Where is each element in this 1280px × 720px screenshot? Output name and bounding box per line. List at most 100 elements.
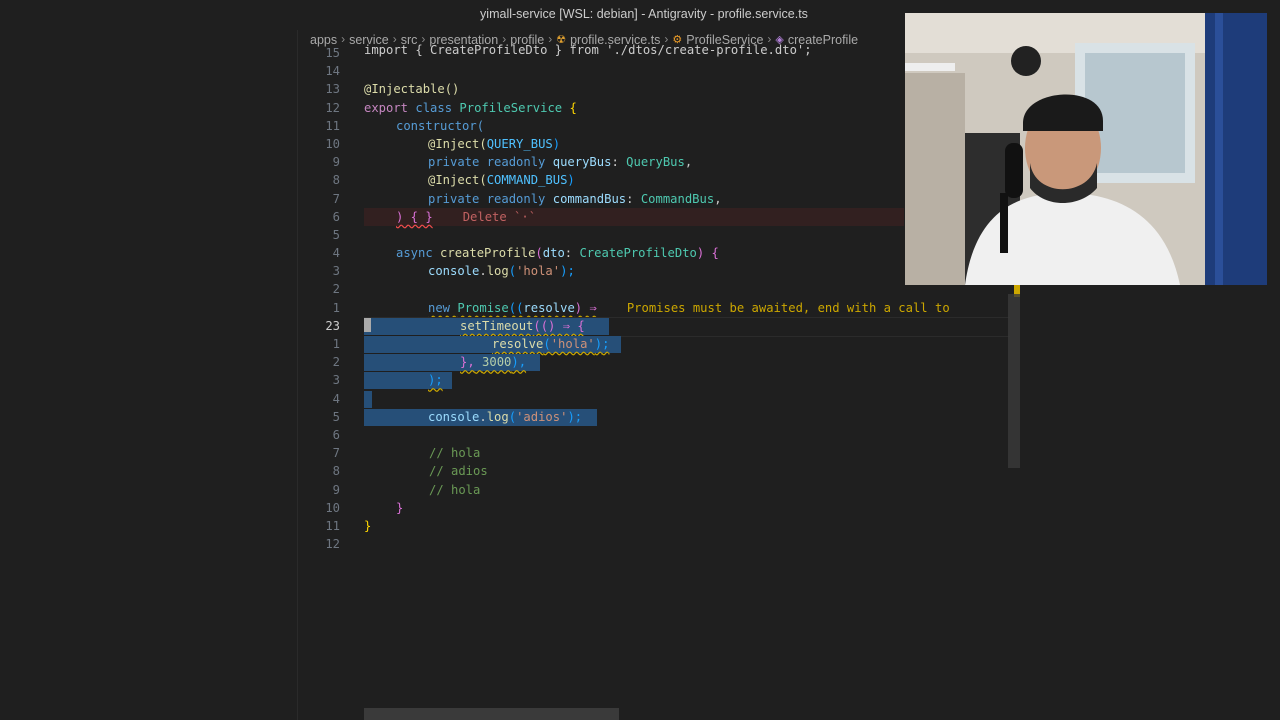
- code-text: console.log('hola');: [428, 262, 575, 280]
- code-token: (: [508, 264, 517, 279]
- code-token: export: [364, 100, 409, 115]
- code-token: resolve: [523, 300, 575, 315]
- code-token: .: [479, 409, 487, 424]
- code-token: CommandBus: [640, 191, 715, 206]
- line-number: 9: [332, 155, 340, 170]
- line-number: 11: [325, 118, 340, 133]
- code-token: ) ⇒: [574, 300, 597, 315]
- code-text: new Promise((resolve) ⇒ Promises must be …: [428, 299, 950, 317]
- code-token: ((: [508, 300, 524, 315]
- line-number: 1: [332, 337, 340, 351]
- code-line: 12: [298, 535, 1020, 553]
- code-text: import { CreateProfileDto } from './dtos…: [364, 43, 812, 57]
- vertical-scrollbar[interactable]: [1008, 294, 1020, 468]
- code-token: @Inject(: [428, 136, 487, 151]
- line-number: 2: [332, 282, 340, 297]
- code-line: 3);: [298, 371, 1020, 390]
- code-token: resolve: [492, 337, 544, 351]
- code-line: 2}, 3000),: [298, 353, 1020, 372]
- code-line: 8 // adios: [298, 462, 1020, 480]
- code-line: 9 // hola: [298, 481, 1020, 499]
- code-line: 7 // hola: [298, 444, 1020, 462]
- code-text: // adios: [429, 464, 488, 479]
- code-token: QUERY_BUS: [486, 136, 553, 151]
- code-token: },: [460, 355, 475, 370]
- code-token: createProfile: [440, 246, 536, 261]
- code-token: (: [543, 337, 551, 351]
- code-line: 5 console.log('adios');: [298, 408, 1020, 426]
- line-number: 23: [325, 318, 340, 333]
- code-text: }: [364, 518, 372, 533]
- webcam-person-icon: [905, 13, 1267, 285]
- line-number: 10: [325, 136, 340, 151]
- code-token: (: [508, 409, 517, 424]
- code-token: private readonly: [428, 155, 553, 170]
- code-token: async: [396, 246, 441, 261]
- code-line: 23 setTimeout(() ⇒ {: [298, 316, 1020, 337]
- code-token: console: [428, 264, 480, 279]
- code-text: resolve('hola');: [492, 335, 609, 353]
- inline-error-message: Delete `·`: [462, 209, 537, 224]
- code-token: 3000: [482, 355, 512, 370]
- code-text: // hola: [429, 446, 481, 461]
- code-line: 11}: [298, 517, 1020, 535]
- code-token: COMMAND_BUS: [486, 173, 568, 188]
- code-text: );: [428, 373, 443, 388]
- code-text: }: [396, 500, 404, 515]
- code-token: );: [594, 337, 610, 351]
- code-token: 'adios': [516, 409, 568, 424]
- line-number: 7: [332, 446, 340, 461]
- code-token: (() ⇒ {: [533, 318, 585, 333]
- line-number: 6: [332, 209, 340, 224]
- code-token: setTimeout: [460, 318, 534, 333]
- code-token: ),: [511, 355, 527, 370]
- code-line: 1 resolve('hola');: [298, 335, 1020, 353]
- line-number: 8: [332, 173, 340, 188]
- code-token: ): [567, 173, 575, 188]
- code-line: 10}: [298, 499, 1020, 517]
- code-token: console: [428, 409, 480, 424]
- text-cursor-marker: [364, 318, 371, 332]
- code-token: class: [415, 100, 453, 115]
- code-token: :: [564, 246, 580, 261]
- code-text: private readonly commandBus: CommandBus,: [428, 190, 722, 208]
- code-text: ) { } Delete `·`: [396, 208, 536, 226]
- line-number: 4: [332, 391, 340, 406]
- code-token: log: [486, 264, 509, 279]
- code-token: Promise: [457, 300, 509, 315]
- line-number: 1: [332, 300, 340, 315]
- code-token: @Inject(: [428, 173, 487, 188]
- code-text: private readonly queryBus: QueryBus,: [428, 153, 692, 171]
- code-token: );: [560, 264, 575, 279]
- left-panel: [0, 30, 298, 720]
- code-token: QueryBus: [626, 155, 685, 170]
- code-token: ,: [684, 155, 693, 170]
- code-token: ): [552, 136, 561, 151]
- code-text: export class ProfileService {: [364, 99, 577, 117]
- code-text: constructor(: [396, 118, 485, 133]
- code-text: setTimeout(() ⇒ {: [460, 317, 585, 335]
- code-token: dto: [542, 246, 565, 261]
- line-number: 7: [332, 191, 340, 206]
- code-text: }, 3000),: [460, 353, 526, 371]
- code-token: private readonly: [428, 191, 553, 206]
- line-number: 15: [325, 46, 340, 60]
- line-number: 11: [325, 518, 340, 533]
- code-token: ProfileService: [459, 100, 563, 115]
- code-token: log: [486, 409, 509, 424]
- line-number: 8: [332, 464, 340, 479]
- code-token: :: [626, 191, 641, 206]
- code-token: :: [611, 155, 627, 170]
- code-line: 4: [298, 390, 1020, 408]
- line-number: 14: [325, 64, 340, 79]
- code-text: @Inject(COMMAND_BUS): [428, 171, 575, 189]
- line-number: 2: [332, 355, 340, 370]
- line-number: 5: [332, 227, 340, 242]
- code-token: CreateProfileDto: [579, 246, 697, 261]
- code-token: (: [535, 246, 543, 261]
- line-number: 12: [325, 537, 340, 552]
- horizontal-scrollbar[interactable]: [364, 708, 619, 720]
- webcam-overlay: [905, 13, 1267, 285]
- code-text: console.log('adios');: [428, 408, 582, 426]
- line-number: 12: [325, 100, 340, 115]
